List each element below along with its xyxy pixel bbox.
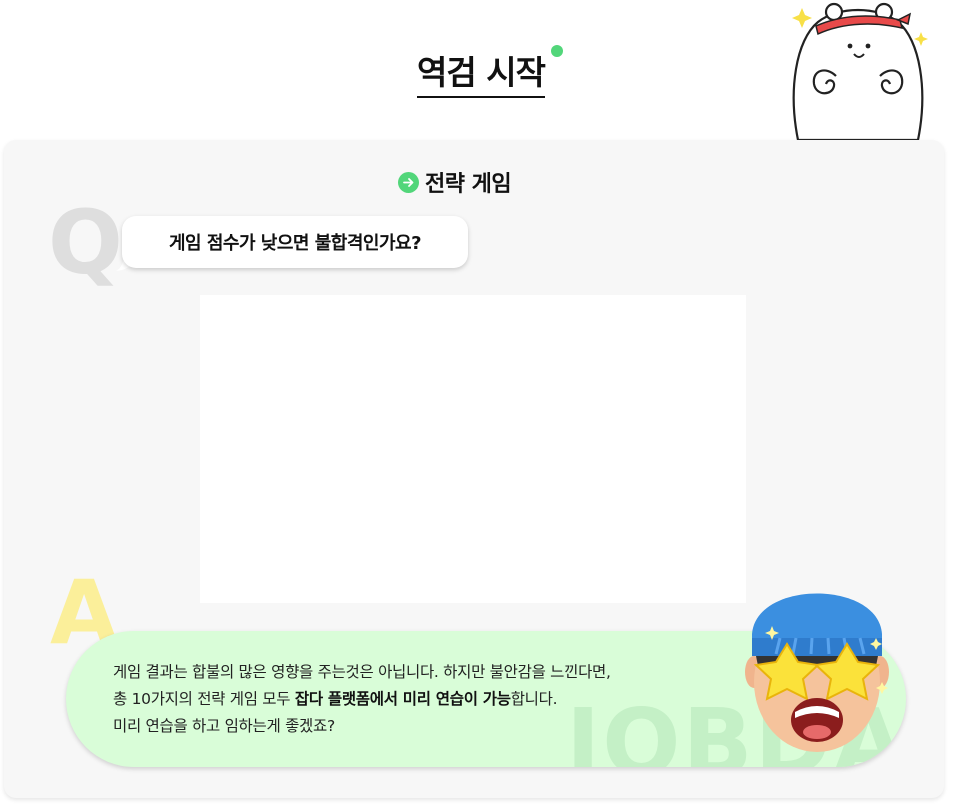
answer-highlight: 잡다 플랫폼에서 미리 연습이 가능 (294, 690, 511, 708)
question-marker: Q (48, 191, 123, 294)
title-accent-dot (551, 45, 563, 57)
answer-text: 게임 결과는 합불의 많은 영향을 주는것은 아닙니다. 하지만 불안감을 느낀… (113, 659, 733, 740)
section-title: 전략 게임 (425, 172, 512, 197)
bear-mascot-illustration (792, 2, 928, 140)
memoji-avatar (745, 593, 889, 752)
section-heading: 전략 게임 (398, 168, 512, 197)
answer-line-2: 총 10가지의 전략 게임 모두 잡다 플랫폼에서 미리 연습이 가능합니다. (113, 686, 733, 713)
question-text: 게임 점수가 낮으면 불합격인가요? (168, 233, 422, 254)
video-placeholder (200, 295, 746, 603)
answer-line-3: 미리 연습을 하고 임하는게 좋겠죠? (113, 717, 335, 735)
answer-line-1: 게임 결과는 합불의 많은 영향을 주는것은 아닙니다. 하지만 불안감을 느낀… (113, 663, 611, 681)
answer-line-2-end: 합니다. (510, 690, 558, 708)
arrow-right-circle-icon (398, 171, 419, 193)
answer-line-2-start: 총 10가지의 전략 게임 모두 (113, 690, 295, 708)
page-title: 역검 시작 (417, 52, 546, 98)
question-bubble: 게임 점수가 낮으면 불합격인가요? (122, 216, 468, 268)
